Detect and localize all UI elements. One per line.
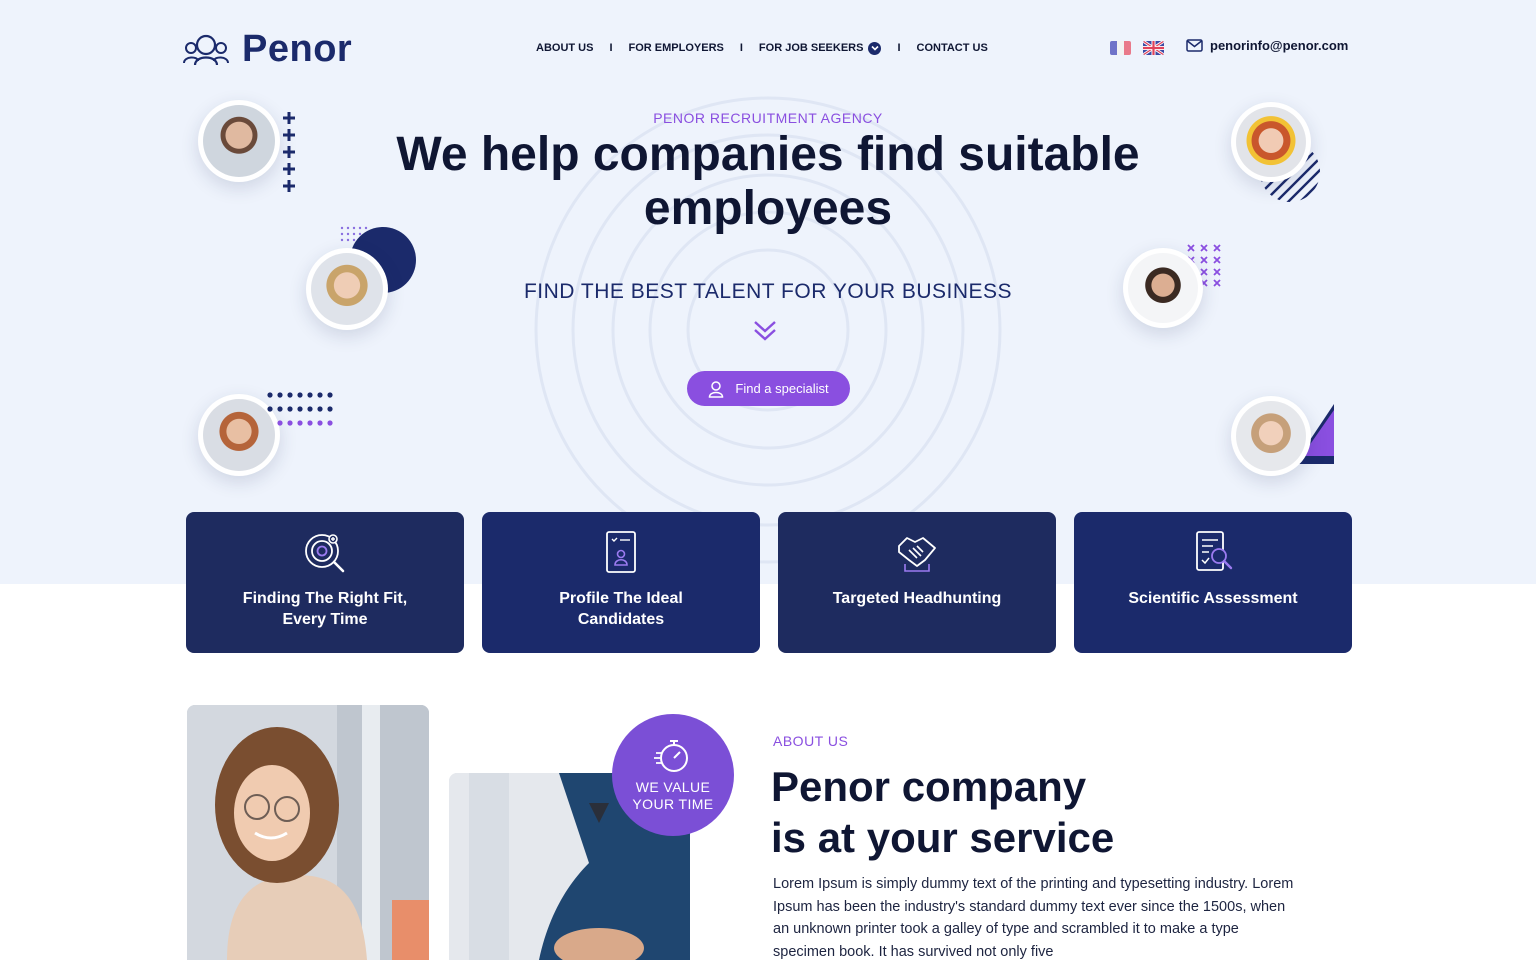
about-photo-woman bbox=[187, 705, 429, 960]
contact-email-link[interactable]: penorinfo@penor.com bbox=[1186, 38, 1348, 53]
find-specialist-button[interactable]: Find a specialist bbox=[687, 371, 850, 406]
stopwatch-icon bbox=[654, 740, 688, 772]
avatar bbox=[1231, 102, 1311, 182]
we-value-time-badge: WE VALUE YOUR TIME bbox=[612, 714, 734, 836]
flag-uk-icon[interactable] bbox=[1143, 41, 1164, 55]
flag-france-icon[interactable] bbox=[1110, 41, 1131, 55]
nav-about-us[interactable]: ABOUT US bbox=[536, 42, 593, 54]
find-specialist-label: Find a specialist bbox=[735, 381, 829, 396]
service-card-headhunting[interactable]: Targeted Headhunting bbox=[778, 512, 1056, 653]
profile-card-icon bbox=[606, 531, 636, 573]
nav-for-job-seekers-label: FOR JOB SEEKERS bbox=[758, 42, 864, 54]
brand-logo[interactable]: Penor bbox=[182, 28, 352, 71]
user-icon bbox=[709, 380, 724, 398]
service-card-right-fit[interactable]: Finding The Right Fit, Every Time bbox=[186, 512, 464, 653]
service-card-label: Profile The Ideal Candidates bbox=[559, 590, 683, 628]
nav-separator: I bbox=[609, 42, 613, 54]
hero-title: We help companies find suitable employee… bbox=[396, 128, 1140, 235]
people-group-icon bbox=[183, 34, 229, 65]
service-card-profile[interactable]: Profile The Ideal Candidates bbox=[482, 512, 760, 653]
contact-email: penorinfo@penor.com bbox=[1210, 38, 1349, 53]
nav-separator: I bbox=[739, 42, 743, 54]
dot-grid-decoration bbox=[267, 392, 333, 426]
about-title-line1: Penor company bbox=[771, 763, 1087, 810]
service-card-label: Scientific Assessment bbox=[1128, 590, 1298, 607]
avatar bbox=[1231, 396, 1311, 476]
service-card-label: Finding The Right Fit, Every Time bbox=[242, 590, 408, 628]
service-card-label: Targeted Headhunting bbox=[832, 590, 1002, 607]
target-search-icon bbox=[305, 534, 345, 573]
language-switcher bbox=[1110, 41, 1164, 55]
plus-pattern-decoration bbox=[283, 112, 295, 192]
mail-icon bbox=[1186, 39, 1203, 52]
hero-subtitle: FIND THE BEST TALENT FOR YOUR BUSINESS bbox=[523, 280, 1013, 303]
services-row: Finding The Right Fit, Every Time Profil… bbox=[186, 512, 1352, 653]
nav-for-employers[interactable]: FOR EMPLOYERS bbox=[629, 42, 724, 54]
double-chevron-down-icon[interactable] bbox=[752, 318, 778, 344]
avatar bbox=[306, 248, 388, 330]
avatar bbox=[1123, 248, 1203, 328]
main-nav: ABOUT US I FOR EMPLOYERS I FOR JOB SEEKE… bbox=[536, 38, 988, 58]
nav-for-job-seekers[interactable]: FOR JOB SEEKERS bbox=[758, 41, 882, 55]
about-body-text: Lorem Ipsum is simply dummy text of the … bbox=[773, 876, 1294, 960]
document-search-icon bbox=[1196, 531, 1233, 571]
about-title-line2: is at your service bbox=[771, 814, 1115, 861]
avatar bbox=[198, 100, 280, 182]
chevron-down-icon bbox=[868, 41, 882, 55]
brand-name: Penor bbox=[242, 28, 353, 70]
service-card-assessment[interactable]: Scientific Assessment bbox=[1074, 512, 1352, 653]
nav-contact-us[interactable]: CONTACT US bbox=[917, 42, 988, 54]
about-eyebrow: ABOUT US bbox=[773, 733, 849, 749]
about-title: Penor company is at your service bbox=[771, 761, 1271, 863]
nav-separator: I bbox=[897, 42, 901, 54]
handshake-icon bbox=[898, 537, 936, 572]
badge-text: WE VALUE YOUR TIME bbox=[632, 779, 714, 812]
